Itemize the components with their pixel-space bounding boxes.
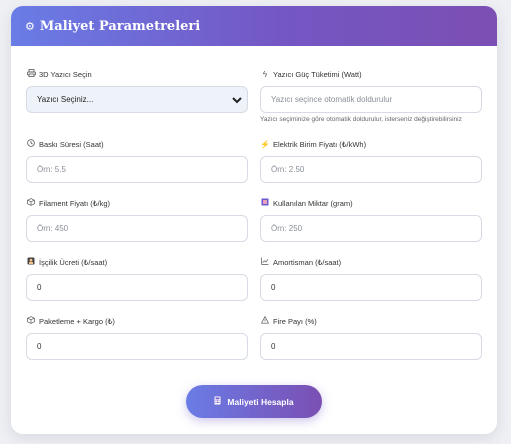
used-amount-label: Kullanılan Miktar (gram)	[273, 198, 353, 208]
used-amount-input[interactable]: Örn: 250	[260, 215, 482, 242]
waste-label: Fire Payı (%)	[273, 316, 317, 326]
filament-price-label: Filament Fiyatı (₺/kg)	[39, 198, 111, 208]
depreciation-field: Amortisman (₺/saat) 0	[260, 257, 482, 301]
print-time-label: Baskı Süresi (Saat)	[39, 139, 104, 149]
package-icon	[26, 316, 36, 326]
scale-icon	[260, 198, 270, 208]
chart-icon	[260, 257, 270, 267]
calculate-cost-label: Maliyeti Hesapla	[227, 396, 294, 407]
labor-cost-input[interactable]: 0	[26, 274, 248, 301]
electricity-price-field: ⚡ Elektrik Birim Fiyatı (₺/kWh) Örn: 2.5…	[260, 139, 482, 183]
packaging-input[interactable]: 0	[26, 333, 248, 360]
waste-field: Fire Payı (%) 0	[260, 315, 482, 360]
printer-select-value: Yazıcı Seçiniz...	[37, 95, 94, 104]
print-time-field: Baskı Süresi (Saat) Örn: 5.5	[26, 139, 248, 183]
card-header: ⚙ Maliyet Parametreleri	[11, 6, 497, 46]
electricity-price-input[interactable]: Örn: 2.50	[260, 156, 482, 183]
clock-icon	[26, 139, 36, 149]
packaging-label: Paketleme + Kargo (₺)	[39, 316, 115, 326]
printer-icon	[26, 69, 36, 79]
printer-field: 3D Yazıcı Seçin Yazıcı Seçiniz...	[26, 69, 248, 113]
plug-icon: ϟ	[262, 69, 268, 79]
printer-select[interactable]: Yazıcı Seçiniz...	[26, 86, 248, 113]
electricity-price-label: Elektrik Birim Fiyatı (₺/kWh)	[273, 139, 367, 149]
filament-price-field: Filament Fiyatı (₺/kg) Örn: 450	[26, 198, 248, 242]
page-title: Maliyet Parametreleri	[39, 18, 201, 34]
power-field: ϟ Yazıcı Güç Tüketimi (Watt) Yazıcı seçi…	[260, 69, 482, 123]
labor-cost-field: İşçilik Ücreti (₺/saat) 0	[26, 257, 248, 301]
calculate-cost-button[interactable]: Maliyeti Hesapla	[186, 385, 322, 418]
depreciation-label: Amortisman (₺/saat)	[273, 257, 342, 267]
depreciation-input[interactable]: 0	[260, 274, 482, 301]
waste-input[interactable]: 0	[260, 333, 482, 360]
power-hint: Yazıcı seçiminize göre otomatik doldurul…	[260, 116, 462, 123]
filament-price-input[interactable]: Örn: 450	[26, 215, 248, 242]
power-label: Yazıcı Güç Tüketimi (Watt)	[273, 69, 362, 79]
worker-icon	[26, 257, 36, 267]
calculator-icon	[214, 396, 221, 407]
print-time-input[interactable]: Örn: 5.5	[26, 156, 248, 183]
bolt-icon: ⚡	[260, 139, 270, 149]
labor-cost-label: İşçilik Ücreti (₺/saat)	[39, 257, 108, 267]
warning-icon	[260, 315, 270, 326]
packaging-field: Paketleme + Kargo (₺) 0	[26, 316, 248, 360]
power-input[interactable]: Yazıcı seçince otomatik doldurulur	[260, 86, 482, 113]
gear-icon: ⚙	[25, 20, 35, 33]
used-amount-field: Kullanılan Miktar (gram) Örn: 250	[260, 198, 482, 242]
printer-label: 3D Yazıcı Seçin	[39, 69, 92, 79]
box-icon	[26, 198, 36, 208]
chevron-down-icon	[232, 96, 242, 103]
